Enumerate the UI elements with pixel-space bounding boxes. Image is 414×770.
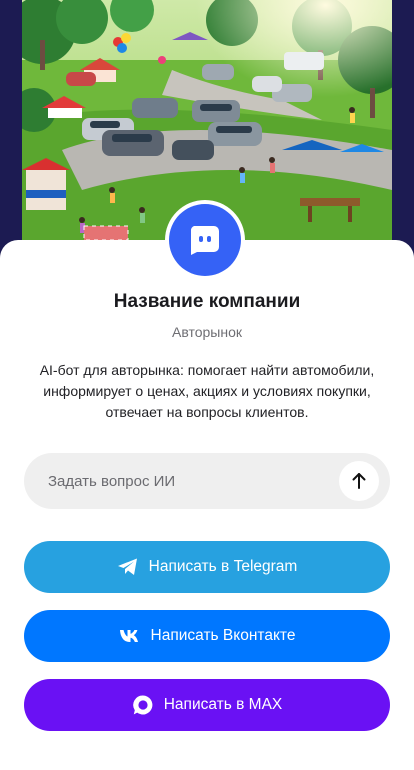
arrow-up-icon [352, 473, 366, 489]
telegram-icon [117, 557, 139, 577]
avatar [165, 200, 245, 280]
ask-ai-box [24, 453, 390, 509]
company-description: AI-бот для авторынка: помогает найти авт… [39, 362, 375, 420]
send-button[interactable] [339, 461, 379, 501]
chat-bot-icon [190, 226, 219, 255]
max-button-label: Написать в MAX [163, 696, 283, 713]
telegram-button[interactable]: Написать в Telegram [24, 541, 390, 593]
vk-icon [119, 629, 141, 643]
ask-ai-input[interactable] [48, 453, 328, 509]
max-icon [132, 694, 154, 716]
avatar-circle [169, 204, 241, 276]
company-category: Авторынок [172, 324, 242, 340]
telegram-button-label: Написать в Telegram [148, 558, 298, 575]
max-button[interactable]: Написать в MAX [24, 679, 390, 731]
company-name: Название компании [113, 291, 301, 312]
vk-button-label: Написать Вконтакте [150, 627, 296, 644]
page: Название компании Авторынок AI-бот для а… [0, 0, 414, 770]
vk-button[interactable]: Написать Вконтакте [24, 610, 390, 662]
